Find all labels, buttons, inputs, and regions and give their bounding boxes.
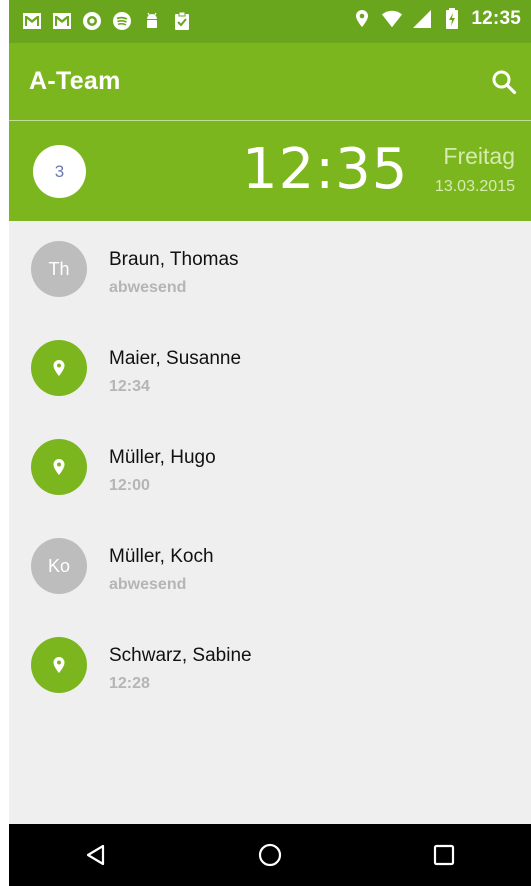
back-icon bbox=[86, 844, 105, 866]
search-icon bbox=[492, 70, 517, 95]
person-name: Schwarz, Sabine bbox=[109, 645, 252, 666]
person-status: 12:00 bbox=[109, 477, 150, 494]
status-bar: 12:35 bbox=[9, 0, 531, 43]
person-name: Müller, Koch bbox=[109, 546, 214, 567]
android-icon bbox=[141, 10, 163, 32]
people-list: Th Braun, Thomas abwesend Maier, Susanne… bbox=[9, 221, 531, 716]
person-status: abwesend bbox=[109, 576, 187, 593]
avatar bbox=[31, 637, 87, 693]
weekday: Freitag bbox=[443, 143, 515, 169]
spotify-icon bbox=[111, 10, 133, 32]
system-icons: 12:35 bbox=[351, 8, 521, 30]
search-button[interactable] bbox=[487, 65, 521, 99]
app-title: A-Team bbox=[29, 67, 121, 95]
current-time: 12:35 bbox=[242, 137, 409, 202]
person-status: 12:28 bbox=[109, 675, 150, 692]
notification-icons bbox=[21, 10, 193, 32]
location-pin-icon bbox=[53, 459, 65, 475]
app-bar: A-Team bbox=[9, 43, 531, 121]
battery-icon bbox=[441, 8, 463, 30]
clipboard-check-icon bbox=[171, 10, 193, 32]
location-pin-icon bbox=[53, 657, 65, 673]
signal-icon bbox=[411, 8, 433, 30]
list-item[interactable]: Th Braun, Thomas abwesend bbox=[9, 221, 531, 320]
person-name: Müller, Hugo bbox=[109, 447, 216, 468]
home-icon bbox=[258, 843, 282, 867]
person-status: 12:34 bbox=[109, 378, 150, 395]
clock-header: 3 12:35 Freitag 13.03.2015 bbox=[9, 121, 531, 221]
gmail-icon bbox=[51, 10, 73, 32]
back-button[interactable] bbox=[66, 830, 126, 880]
gmail-icon bbox=[21, 10, 43, 32]
home-button[interactable] bbox=[240, 830, 300, 880]
app-screen: 12:35 A-Team 3 12:35 Freitag 13.03.2015 … bbox=[9, 0, 531, 886]
count-badge[interactable]: 3 bbox=[33, 145, 86, 198]
list-item[interactable]: Maier, Susanne 12:34 bbox=[9, 320, 531, 419]
list-item[interactable]: Müller, Hugo 12:00 bbox=[9, 419, 531, 518]
app-icon bbox=[81, 10, 103, 32]
person-name: Maier, Susanne bbox=[109, 348, 242, 369]
status-time: 12:35 bbox=[471, 8, 521, 29]
avatar: Ko bbox=[31, 538, 87, 594]
list-item[interactable]: Schwarz, Sabine 12:28 bbox=[9, 617, 531, 716]
list-item[interactable]: Ko Müller, Koch abwesend bbox=[9, 518, 531, 617]
location-icon bbox=[351, 8, 373, 30]
recents-icon bbox=[433, 844, 455, 866]
person-status: abwesend bbox=[109, 279, 187, 296]
date: 13.03.2015 bbox=[434, 178, 515, 195]
location-pin-icon bbox=[53, 360, 65, 376]
avatar bbox=[31, 439, 87, 495]
avatar: Th bbox=[31, 241, 87, 297]
recents-button[interactable] bbox=[414, 830, 474, 880]
wifi-icon bbox=[381, 8, 403, 30]
navigation-bar bbox=[9, 824, 531, 886]
avatar bbox=[31, 340, 87, 396]
person-name: Braun, Thomas bbox=[109, 249, 239, 270]
